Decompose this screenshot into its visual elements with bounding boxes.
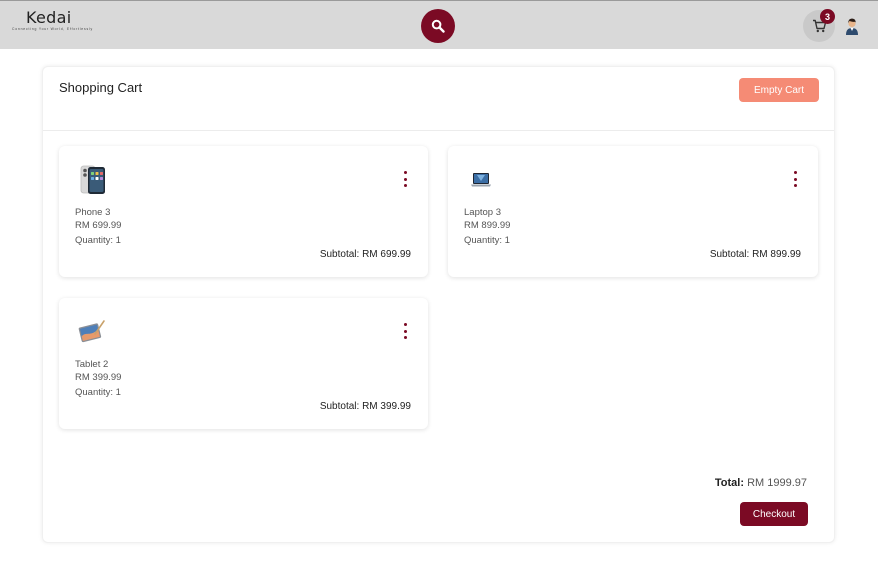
phone-icon — [80, 165, 105, 194]
logo-name: Kedai — [26, 8, 72, 27]
cart-item-card: Phone 3 RM 699.99 Quantity: 1 Subtotal: … — [59, 146, 428, 277]
item-name: Phone 3 — [75, 207, 111, 218]
item-quantity: Quantity: 1 — [75, 387, 121, 398]
total-label: Total: — [714, 477, 744, 489]
tablet-icon — [78, 320, 105, 343]
item-subtotal: Subtotal: RM 899.99 — [709, 249, 801, 260]
item-quantity: Quantity: 1 — [75, 235, 121, 246]
item-menu-button[interactable] — [401, 171, 409, 187]
logo-tagline: Connecting Your World, Effortlessly — [12, 27, 94, 31]
item-name: Laptop 3 — [464, 207, 501, 218]
item-price: RM 699.99 — [75, 220, 122, 231]
avatar-icon — [846, 18, 858, 35]
cart-item-card: Tablet 2 RM 399.99 Quantity: 1 Subtotal:… — [59, 298, 428, 429]
header-divider — [43, 130, 834, 131]
empty-cart-button[interactable]: Empty Cart — [739, 78, 819, 102]
cart-count-badge: 3 — [820, 9, 835, 24]
brand-logo[interactable]: Kedai Connecting Your World, Effortlessl… — [12, 8, 94, 32]
item-menu-button[interactable] — [791, 171, 799, 187]
top-navbar: Kedai Connecting Your World, Effortlessl… — [0, 0, 878, 49]
item-menu-button[interactable] — [401, 323, 409, 339]
checkout-button[interactable]: Checkout — [740, 502, 808, 526]
item-price: RM 899.99 — [464, 220, 511, 231]
search-button[interactable] — [421, 9, 455, 43]
laptop-icon — [471, 173, 491, 187]
item-quantity: Quantity: 1 — [464, 235, 510, 246]
page-title: Shopping Cart — [59, 80, 143, 95]
shopping-cart-panel: Shopping Cart Empty Cart Phone 3 RM 699.… — [42, 66, 835, 543]
cart-item-card: Laptop 3 RM 899.99 Quantity: 1 Subtotal:… — [448, 146, 818, 277]
search-icon — [431, 19, 445, 33]
more-vertical-icon — [403, 323, 407, 326]
item-name: Tablet 2 — [75, 359, 109, 370]
user-avatar[interactable] — [844, 17, 860, 35]
more-vertical-icon — [403, 171, 407, 174]
cart-total: Total: RM 1999.97 — [715, 477, 807, 489]
item-subtotal: Subtotal: RM 699.99 — [319, 249, 411, 260]
total-value: RM 1999.97 — [747, 477, 807, 489]
item-subtotal: Subtotal: RM 399.99 — [319, 401, 411, 412]
item-price: RM 399.99 — [75, 372, 122, 383]
more-vertical-icon — [793, 171, 797, 174]
